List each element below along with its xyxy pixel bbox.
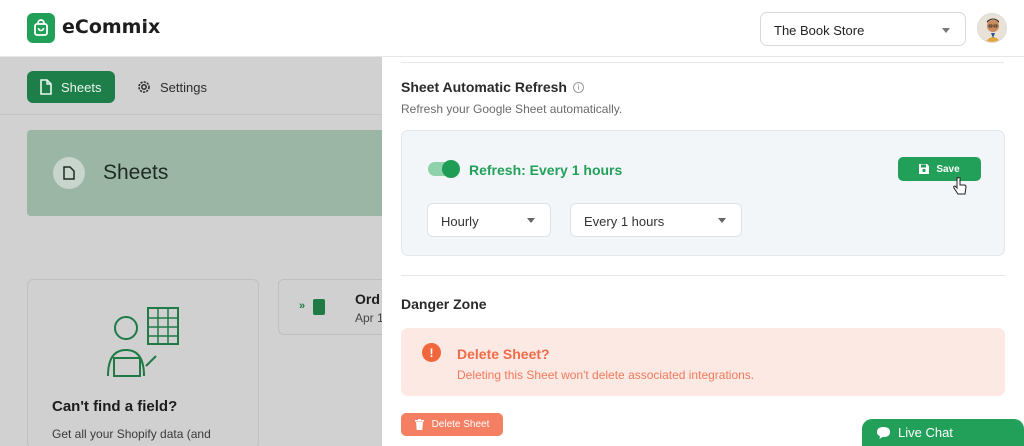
toggle-knob — [442, 160, 460, 178]
auto-refresh-toggle[interactable] — [428, 160, 460, 178]
delete-sheet-label: Delete Sheet — [431, 419, 490, 430]
tab-sheets[interactable]: Sheets — [27, 71, 115, 103]
save-button[interactable]: Save — [898, 157, 981, 181]
floppy-disk-icon — [919, 164, 930, 174]
confused-person-illustration-icon — [107, 307, 179, 377]
store-select-value: The Book Store — [774, 23, 865, 38]
sheets-banner: Sheets — [27, 130, 382, 216]
divider — [401, 62, 1004, 63]
refresh-panel: Refresh: Every 1 hours Save Hourly Every… — [401, 130, 1005, 256]
hand-pointer-cursor-icon — [953, 177, 967, 195]
sheet-card[interactable]: » Ord Apr 1 — [278, 279, 388, 335]
page-tabs: Sheets Settings — [0, 57, 382, 115]
sheet-settings-drawer: Sheet Automatic Refresh i Refresh your G… — [382, 57, 1024, 446]
page-title: Sheets — [103, 161, 169, 184]
danger-description: Deleting this Sheet won't delete associa… — [457, 368, 755, 382]
frequency-select[interactable]: Hourly — [427, 203, 551, 237]
refresh-subtitle: Refresh your Google Sheet automatically. — [401, 102, 623, 116]
delete-sheet-button[interactable]: Delete Sheet — [401, 413, 503, 436]
google-sheet-icon — [313, 299, 325, 315]
danger-panel: ! Delete Sheet? Deleting this Sheet won'… — [401, 328, 1005, 396]
tab-settings-label: Settings — [160, 79, 207, 95]
refresh-title-text: Sheet Automatic Refresh — [401, 79, 567, 95]
refresh-status: Refresh: Every 1 hours — [469, 162, 623, 178]
store-select[interactable]: The Book Store — [760, 12, 966, 46]
top-bar: eCommix The Book Store — [0, 0, 1024, 57]
danger-heading: Delete Sheet? — [457, 346, 550, 362]
sheets-page-overlay: Sheets Settings Sheets Can't find a fiel… — [0, 57, 388, 446]
trash-icon — [414, 419, 424, 430]
refresh-section-title: Sheet Automatic Refresh i — [401, 79, 584, 95]
divider — [401, 275, 1005, 276]
caret-down-icon — [718, 218, 726, 223]
frequency-value: Hourly — [441, 214, 479, 229]
document-icon — [40, 79, 52, 95]
document-icon — [53, 157, 85, 189]
double-chevron-icon: » — [299, 300, 306, 312]
live-chat-button[interactable]: Live Chat — [862, 419, 1024, 446]
tab-settings[interactable]: Settings — [136, 71, 207, 103]
danger-zone-title: Danger Zone — [401, 296, 487, 312]
field-help-card: Can't find a field? Get all your Shopify… — [27, 279, 259, 446]
brand-name: eCommix — [62, 16, 161, 38]
interval-value: Every 1 hours — [584, 214, 665, 229]
caret-down-icon — [942, 28, 950, 33]
exclamation-icon: ! — [422, 343, 441, 362]
avatar[interactable] — [977, 13, 1007, 43]
card-title: Can't find a field? — [52, 398, 178, 415]
info-icon[interactable]: i — [572, 81, 584, 93]
gear-icon — [138, 81, 150, 93]
interval-select[interactable]: Every 1 hours — [570, 203, 742, 237]
live-chat-label: Live Chat — [898, 425, 953, 440]
sheet-card-title: Ord — [355, 291, 380, 307]
tab-sheets-label: Sheets — [61, 79, 102, 95]
caret-down-icon — [527, 218, 535, 223]
card-subtitle: Get all your Shopify data (and — [52, 427, 211, 441]
save-button-label: Save — [936, 163, 960, 175]
sheet-card-date: Apr 1 — [355, 311, 384, 325]
shopping-bag-logo-icon[interactable] — [27, 13, 55, 43]
chat-bubble-icon — [877, 426, 890, 439]
